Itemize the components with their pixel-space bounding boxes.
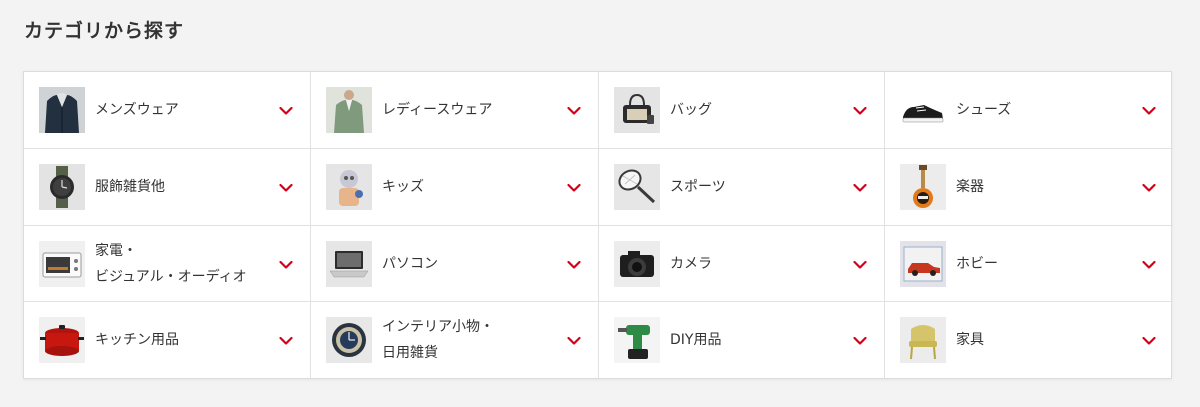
category-item[interactable]: キッチン用品 (24, 302, 311, 378)
category-item[interactable]: インテリア小物・ 日用雑貨 (311, 302, 599, 378)
chevron-down-icon[interactable] (1142, 336, 1156, 346)
category-label: バッグ (670, 102, 712, 118)
category-label: 服飾雑貨他 (95, 179, 165, 195)
category-label: 家具 (956, 332, 984, 348)
category-label: レディースウェア (382, 102, 493, 118)
drill-icon (614, 317, 660, 363)
category-item[interactable]: 家具 (885, 302, 1173, 378)
chevron-down-icon[interactable] (853, 106, 867, 116)
watch-icon (39, 164, 85, 210)
category-label: 楽器 (956, 179, 984, 195)
category-label: パソコン (382, 255, 438, 272)
toy-car-icon (900, 240, 946, 287)
category-item[interactable]: ホビー (885, 226, 1173, 302)
chevron-down-icon[interactable] (567, 183, 581, 193)
chevron-down-icon[interactable] (1142, 260, 1156, 270)
category-item[interactable]: バッグ (599, 72, 885, 149)
category-item[interactable]: カメラ (599, 226, 885, 302)
category-label: シューズ (956, 102, 1012, 118)
chevron-down-icon[interactable] (1142, 106, 1156, 116)
kids-toy-icon (326, 164, 372, 210)
chevron-down-icon[interactable] (567, 260, 581, 270)
chevron-down-icon[interactable] (279, 260, 293, 270)
page-title: カテゴリから探す (24, 20, 185, 42)
chevron-down-icon[interactable] (567, 336, 581, 346)
chevron-down-icon[interactable] (853, 336, 867, 346)
ladies-cardigan-icon (326, 87, 372, 133)
chair-icon (900, 317, 946, 363)
category-item[interactable]: レディースウェア (311, 72, 599, 149)
clock-icon (326, 317, 372, 363)
category-label: DIY用品 (670, 332, 722, 348)
category-label: インテリア小物・ 日用雑貨 (382, 319, 494, 361)
chevron-down-icon[interactable] (279, 106, 293, 116)
category-item[interactable]: 服飾雑貨他 (24, 149, 311, 226)
tennis-racket-icon (614, 164, 660, 210)
camera-icon (614, 240, 660, 287)
chevron-down-icon[interactable] (279, 336, 293, 346)
laptop-icon (326, 240, 372, 287)
chevron-down-icon[interactable] (853, 183, 867, 193)
category-label: スポーツ (670, 179, 726, 195)
category-label: キッチン用品 (95, 332, 179, 348)
category-label: メンズウェア (95, 102, 179, 118)
category-label: カメラ (670, 255, 712, 272)
mens-jacket-icon (39, 87, 85, 133)
chevron-down-icon[interactable] (853, 260, 867, 270)
category-item[interactable]: シューズ (885, 72, 1173, 149)
bag-icon (614, 87, 660, 133)
category-item[interactable]: 楽器 (885, 149, 1173, 226)
category-label: 家電・ ビジュアル・オーディオ (95, 242, 247, 285)
category-label: キッズ (382, 179, 424, 195)
category-label: ホビー (956, 255, 998, 272)
chevron-down-icon[interactable] (567, 106, 581, 116)
category-item[interactable]: キッズ (311, 149, 599, 226)
oven-toaster-icon (39, 240, 85, 287)
chevron-down-icon[interactable] (1142, 183, 1156, 193)
category-item[interactable]: DIY用品 (599, 302, 885, 378)
category-item[interactable]: メンズウェア (24, 72, 311, 149)
guitar-icon (900, 164, 946, 210)
category-item[interactable]: パソコン (311, 226, 599, 302)
category-grid: メンズウェア レディースウェア バッグ シューズ服飾雑貨他 キッズ スポーツ 楽器家電・ ビジ… (23, 71, 1173, 379)
chevron-down-icon[interactable] (279, 183, 293, 193)
sneaker-icon (900, 87, 946, 133)
category-item[interactable]: 家電・ ビジュアル・オーディオ (24, 226, 311, 302)
pot-icon (39, 317, 85, 363)
category-item[interactable]: スポーツ (599, 149, 885, 226)
